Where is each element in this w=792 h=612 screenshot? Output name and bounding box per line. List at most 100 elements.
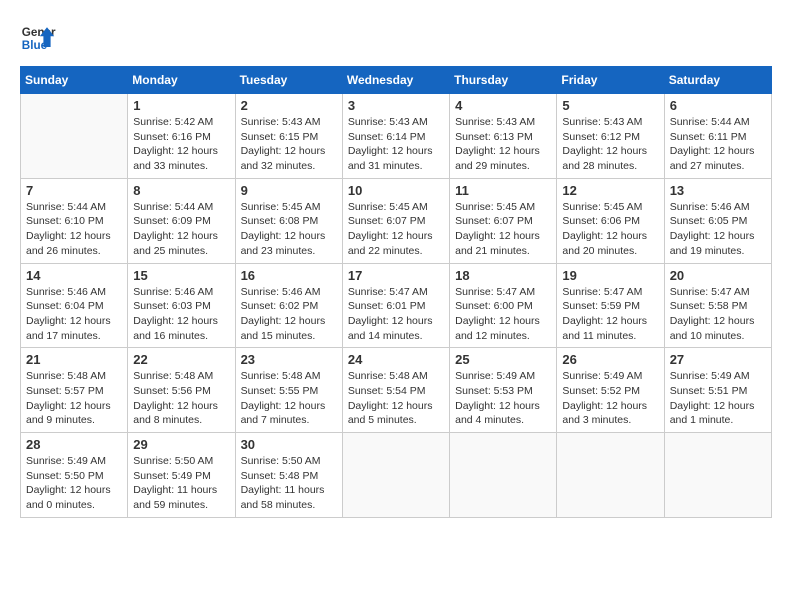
day-info: Sunrise: 5:46 AM Sunset: 6:05 PM Dayligh…: [670, 200, 766, 259]
week-row-3: 14 Sunrise: 5:46 AM Sunset: 6:04 PM Dayli…: [21, 263, 772, 348]
calendar-cell: [21, 94, 128, 179]
day-header-saturday: Saturday: [664, 67, 771, 94]
day-header-sunday: Sunday: [21, 67, 128, 94]
week-row-1: 1 Sunrise: 5:42 AM Sunset: 6:16 PM Daylig…: [21, 94, 772, 179]
calendar-cell: 11 Sunrise: 5:45 AM Sunset: 6:07 PM Dayli…: [450, 178, 557, 263]
day-info: Sunrise: 5:49 AM Sunset: 5:52 PM Dayligh…: [562, 369, 658, 428]
day-info: Sunrise: 5:45 AM Sunset: 6:06 PM Dayligh…: [562, 200, 658, 259]
day-info: Sunrise: 5:48 AM Sunset: 5:54 PM Dayligh…: [348, 369, 444, 428]
day-number: 11: [455, 183, 551, 198]
week-row-4: 21 Sunrise: 5:48 AM Sunset: 5:57 PM Dayli…: [21, 348, 772, 433]
day-info: Sunrise: 5:50 AM Sunset: 5:48 PM Dayligh…: [241, 454, 337, 513]
day-header-friday: Friday: [557, 67, 664, 94]
day-info: Sunrise: 5:43 AM Sunset: 6:15 PM Dayligh…: [241, 115, 337, 174]
calendar-cell: 27 Sunrise: 5:49 AM Sunset: 5:51 PM Dayli…: [664, 348, 771, 433]
day-number: 15: [133, 268, 229, 283]
calendar-cell: 17 Sunrise: 5:47 AM Sunset: 6:01 PM Dayli…: [342, 263, 449, 348]
day-number: 27: [670, 352, 766, 367]
calendar-cell: 16Sunrise: 5:46 AM Sunset: 6:02 PM Dayli…: [235, 263, 342, 348]
calendar-cell: 2 Sunrise: 5:43 AM Sunset: 6:15 PM Daylig…: [235, 94, 342, 179]
day-info: Sunrise: 5:42 AM Sunset: 6:16 PM Dayligh…: [133, 115, 229, 174]
day-number: 12: [562, 183, 658, 198]
day-info: Sunrise: 5:44 AM Sunset: 6:10 PM Dayligh…: [26, 200, 122, 259]
calendar-cell: 15 Sunrise: 5:46 AM Sunset: 6:03 PM Dayli…: [128, 263, 235, 348]
calendar-cell: [342, 433, 449, 518]
day-number: 7: [26, 183, 122, 198]
calendar-cell: 14 Sunrise: 5:46 AM Sunset: 6:04 PM Dayli…: [21, 263, 128, 348]
day-info: Sunrise: 5:46 AM Sunset: 6:02 PM Dayligh…: [241, 285, 337, 344]
day-info: Sunrise: 5:45 AM Sunset: 6:08 PM Dayligh…: [241, 200, 337, 259]
calendar-header-row: SundayMondayTuesdayWednesdayThursdayFrid…: [21, 67, 772, 94]
day-info: Sunrise: 5:48 AM Sunset: 5:57 PM Dayligh…: [26, 369, 122, 428]
day-header-tuesday: Tuesday: [235, 67, 342, 94]
day-info: Sunrise: 5:44 AM Sunset: 6:09 PM Dayligh…: [133, 200, 229, 259]
day-number: 14: [26, 268, 122, 283]
day-info: Sunrise: 5:47 AM Sunset: 5:59 PM Dayligh…: [562, 285, 658, 344]
day-info: Sunrise: 5:45 AM Sunset: 6:07 PM Dayligh…: [455, 200, 551, 259]
day-number: 19: [562, 268, 658, 283]
day-number: 20: [670, 268, 766, 283]
day-number: 5: [562, 98, 658, 113]
calendar-cell: 22 Sunrise: 5:48 AM Sunset: 5:56 PM Dayli…: [128, 348, 235, 433]
day-number: 25: [455, 352, 551, 367]
day-info: Sunrise: 5:48 AM Sunset: 5:55 PM Dayligh…: [241, 369, 337, 428]
day-info: Sunrise: 5:46 AM Sunset: 6:04 PM Dayligh…: [26, 285, 122, 344]
calendar-cell: 25 Sunrise: 5:49 AM Sunset: 5:53 PM Dayli…: [450, 348, 557, 433]
calendar-cell: 6 Sunrise: 5:44 AM Sunset: 6:11 PM Daylig…: [664, 94, 771, 179]
calendar-cell: 19 Sunrise: 5:47 AM Sunset: 5:59 PM Dayli…: [557, 263, 664, 348]
day-info: Sunrise: 5:49 AM Sunset: 5:51 PM Dayligh…: [670, 369, 766, 428]
day-number: 2: [241, 98, 337, 113]
calendar-cell: 13 Sunrise: 5:46 AM Sunset: 6:05 PM Dayli…: [664, 178, 771, 263]
day-info: Sunrise: 5:47 AM Sunset: 6:00 PM Dayligh…: [455, 285, 551, 344]
day-number: 17: [348, 268, 444, 283]
day-number: 8: [133, 183, 229, 198]
day-number: 23: [241, 352, 337, 367]
day-number: 30: [241, 437, 337, 452]
day-number: 3: [348, 98, 444, 113]
week-row-2: 7 Sunrise: 5:44 AM Sunset: 6:10 PM Daylig…: [21, 178, 772, 263]
day-number: 22: [133, 352, 229, 367]
calendar-cell: 23 Sunrise: 5:48 AM Sunset: 5:55 PM Dayli…: [235, 348, 342, 433]
day-info: Sunrise: 5:49 AM Sunset: 5:50 PM Dayligh…: [26, 454, 122, 513]
calendar-cell: 20Sunrise: 5:47 AM Sunset: 5:58 PM Dayli…: [664, 263, 771, 348]
logo-icon: General Blue: [20, 20, 56, 56]
calendar-cell: 30 Sunrise: 5:50 AM Sunset: 5:48 PM Dayli…: [235, 433, 342, 518]
day-number: 1: [133, 98, 229, 113]
calendar-cell: 24 Sunrise: 5:48 AM Sunset: 5:54 PM Dayli…: [342, 348, 449, 433]
day-info: Sunrise: 5:44 AM Sunset: 6:11 PM Dayligh…: [670, 115, 766, 174]
day-info: Sunrise: 5:48 AM Sunset: 5:56 PM Dayligh…: [133, 369, 229, 428]
day-info: Sunrise: 5:49 AM Sunset: 5:53 PM Dayligh…: [455, 369, 551, 428]
day-number: 18: [455, 268, 551, 283]
day-info: Sunrise: 5:46 AM Sunset: 6:03 PM Dayligh…: [133, 285, 229, 344]
day-number: 13: [670, 183, 766, 198]
calendar-cell: 29Sunrise: 5:50 AM Sunset: 5:49 PM Dayli…: [128, 433, 235, 518]
week-row-5: 28Sunrise: 5:49 AM Sunset: 5:50 PM Dayli…: [21, 433, 772, 518]
day-number: 29: [133, 437, 229, 452]
calendar-cell: 12 Sunrise: 5:45 AM Sunset: 6:06 PM Dayli…: [557, 178, 664, 263]
day-number: 4: [455, 98, 551, 113]
day-header-wednesday: Wednesday: [342, 67, 449, 94]
calendar-cell: 4 Sunrise: 5:43 AM Sunset: 6:13 PM Daylig…: [450, 94, 557, 179]
day-number: 10: [348, 183, 444, 198]
day-info: Sunrise: 5:43 AM Sunset: 6:13 PM Dayligh…: [455, 115, 551, 174]
calendar-cell: 21 Sunrise: 5:48 AM Sunset: 5:57 PM Dayli…: [21, 348, 128, 433]
calendar-cell: 3 Sunrise: 5:43 AM Sunset: 6:14 PM Daylig…: [342, 94, 449, 179]
calendar-cell: 18 Sunrise: 5:47 AM Sunset: 6:00 PM Dayli…: [450, 263, 557, 348]
day-info: Sunrise: 5:43 AM Sunset: 6:12 PM Dayligh…: [562, 115, 658, 174]
day-info: Sunrise: 5:47 AM Sunset: 6:01 PM Dayligh…: [348, 285, 444, 344]
day-info: Sunrise: 5:43 AM Sunset: 6:14 PM Dayligh…: [348, 115, 444, 174]
calendar-cell: [664, 433, 771, 518]
calendar-cell: 10 Sunrise: 5:45 AM Sunset: 6:07 PM Dayli…: [342, 178, 449, 263]
calendar-cell: 9Sunrise: 5:45 AM Sunset: 6:08 PM Daylig…: [235, 178, 342, 263]
day-number: 21: [26, 352, 122, 367]
calendar-cell: 26Sunrise: 5:49 AM Sunset: 5:52 PM Dayli…: [557, 348, 664, 433]
calendar-cell: [450, 433, 557, 518]
day-number: 6: [670, 98, 766, 113]
day-header-monday: Monday: [128, 67, 235, 94]
calendar-cell: [557, 433, 664, 518]
day-number: 24: [348, 352, 444, 367]
day-info: Sunrise: 5:45 AM Sunset: 6:07 PM Dayligh…: [348, 200, 444, 259]
calendar-cell: 28Sunrise: 5:49 AM Sunset: 5:50 PM Dayli…: [21, 433, 128, 518]
day-header-thursday: Thursday: [450, 67, 557, 94]
calendar-cell: 8 Sunrise: 5:44 AM Sunset: 6:09 PM Daylig…: [128, 178, 235, 263]
